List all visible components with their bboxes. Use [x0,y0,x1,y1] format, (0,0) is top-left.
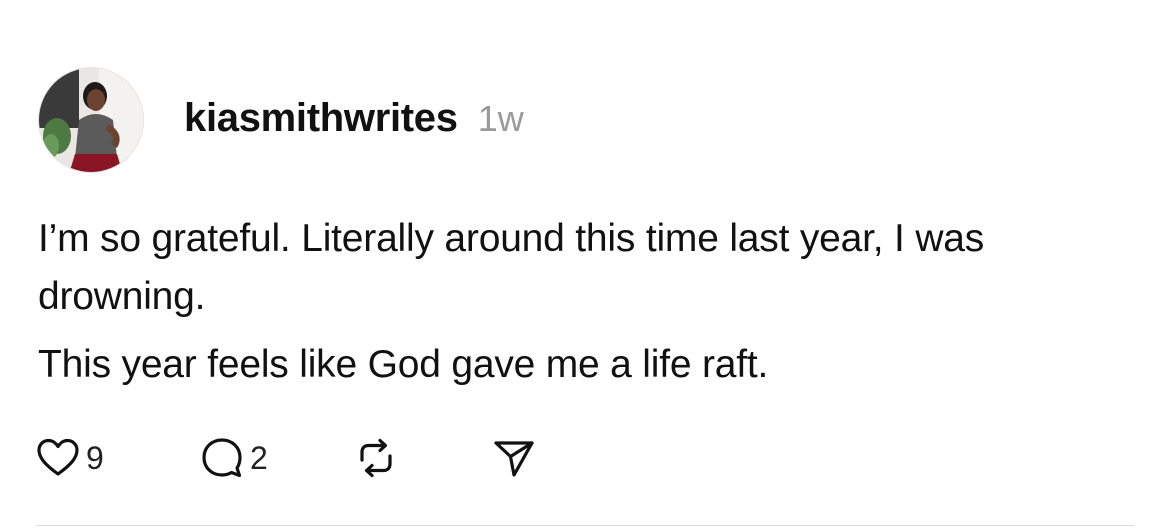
heart-icon [36,436,80,480]
send-icon [492,436,536,480]
username[interactable]: kiasmithwrites [184,96,458,141]
post-paragraph: This year feels like God gave me a life … [38,343,769,386]
thread-post: kiasmithwrites 1w I’m so grateful. Liter… [0,0,1170,532]
post-text: I’m so grateful. Literally around this t… [38,210,1138,394]
avatar-image [39,68,143,172]
repost-button[interactable] [354,432,398,484]
post-paragraph: I’m so grateful. Literally around this t… [38,217,985,318]
avatar[interactable] [38,67,144,173]
reply-button[interactable]: 2 [200,432,268,484]
post-header: kiasmithwrites 1w [184,96,524,148]
comment-bubble-icon [200,436,244,480]
timestamp: 1w [477,98,524,139]
reply-count: 2 [250,439,268,476]
share-button[interactable] [492,432,536,484]
like-count: 9 [86,439,104,476]
like-button[interactable]: 9 [36,432,104,484]
repost-icon [354,436,398,480]
divider [36,525,1134,526]
